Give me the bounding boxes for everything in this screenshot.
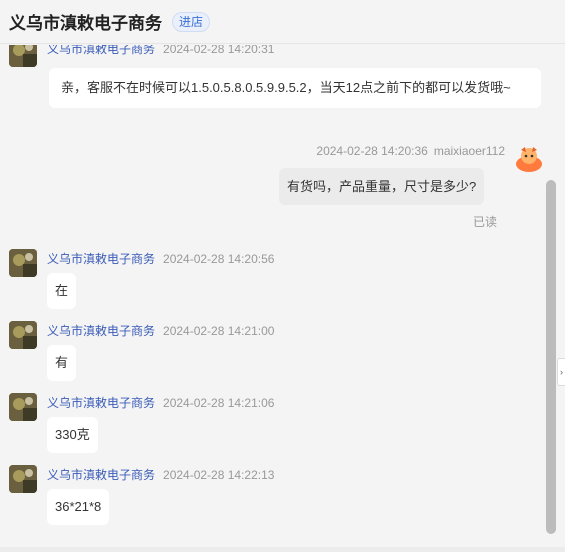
timestamp: 2024-02-28 14:22:13 [163, 468, 275, 482]
message-meta: 2024-02-28 14:20:36 maixiaoer112 [316, 144, 505, 158]
timestamp: 2024-02-28 14:21:06 [163, 396, 275, 410]
sender-name[interactable]: 义乌市滇敕电子商务 [47, 396, 155, 410]
bottom-divider [0, 547, 565, 552]
message-meta: 义乌市滇敕电子商务 2024-02-28 14:22:13 [47, 466, 274, 483]
chevron-right-icon[interactable]: › [557, 358, 565, 386]
chat-header: 义乌市滇敕电子商务 进店 [0, 0, 565, 44]
shop-avatar[interactable] [9, 465, 37, 493]
read-status: 已读 [473, 215, 498, 229]
user-avatar[interactable] [515, 144, 543, 172]
shop-avatar[interactable] [9, 393, 37, 421]
timestamp: 2024-02-28 14:20:31 [163, 45, 275, 56]
message-bubble: 在 [47, 273, 77, 309]
message-bubble: 330克 [47, 417, 98, 453]
sender-name[interactable]: 义乌市滇敕电子商务 [47, 252, 155, 266]
timestamp: 2024-02-28 14:21:00 [163, 324, 275, 338]
message-meta: 义乌市滇敕电子商务 2024-02-28 14:21:06 [47, 394, 274, 411]
shop-avatar[interactable] [9, 249, 37, 277]
timestamp: 2024-02-28 14:20:56 [163, 252, 275, 266]
message-meta: 义乌市滇敕电子商务 2024-02-28 14:20:56 [47, 250, 274, 267]
message-bubble: 36*21*8 [47, 489, 110, 525]
shop-avatar[interactable] [9, 321, 37, 349]
scrollbar-thumb[interactable] [546, 180, 556, 534]
sender-name[interactable]: 义乌市滇敕电子商务 [47, 324, 155, 338]
timestamp: 2024-02-28 14:20:36 [316, 144, 428, 158]
shop-name[interactable]: 义乌市滇敕电子商务 [9, 9, 162, 34]
message-meta: 义乌市滇敕电子商务 2024-02-28 14:20:31 [47, 45, 274, 57]
sender-name[interactable]: 义乌市滇敕电子商务 [47, 45, 155, 56]
sender-name: maixiaoer112 [433, 144, 505, 158]
sender-name[interactable]: 义乌市滇敕电子商务 [47, 468, 155, 482]
shop-avatar[interactable] [9, 45, 37, 67]
enter-shop-button[interactable]: 进店 [172, 11, 211, 32]
message-bubble: 有 [47, 345, 77, 381]
message-bubble: 亲，客服不在时候可以1.5.0.5.8.0.5.9.9.5.2，当天12点之前下… [49, 68, 541, 108]
message-list[interactable]: 义乌市滇敕电子商务 2024-02-28 14:20:31 亲，客服不在时候可以1… [0, 45, 565, 545]
message-meta: 义乌市滇敕电子商务 2024-02-28 14:21:00 [47, 322, 274, 339]
message-bubble: 有货吗，产品重量，尺寸是多少? [279, 168, 485, 205]
